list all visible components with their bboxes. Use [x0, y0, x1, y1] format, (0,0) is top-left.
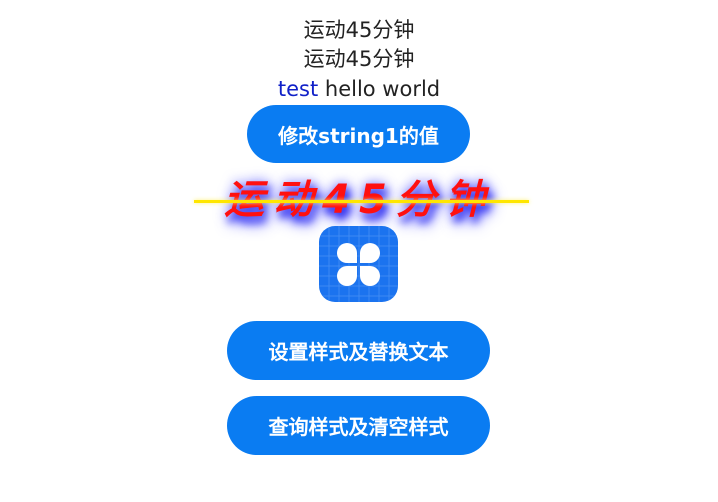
text-line-2: 运动45分钟: [303, 47, 415, 71]
query-clear-style-button[interactable]: 查询样式及清空样式: [227, 396, 490, 455]
modify-string1-button[interactable]: 修改string1的值: [247, 105, 470, 163]
styled-text-container: 运动45分钟: [180, 170, 538, 230]
hello-world-text: hello world: [318, 77, 441, 101]
test-word: test: [277, 77, 319, 101]
set-style-replace-text-button[interactable]: 设置样式及替换文本: [227, 321, 490, 380]
flower-icon: [319, 226, 398, 302]
text-line-3: test hello world: [0, 75, 718, 103]
text-line-1: 运动45分钟: [303, 18, 415, 42]
strike-through-line: [194, 200, 529, 203]
